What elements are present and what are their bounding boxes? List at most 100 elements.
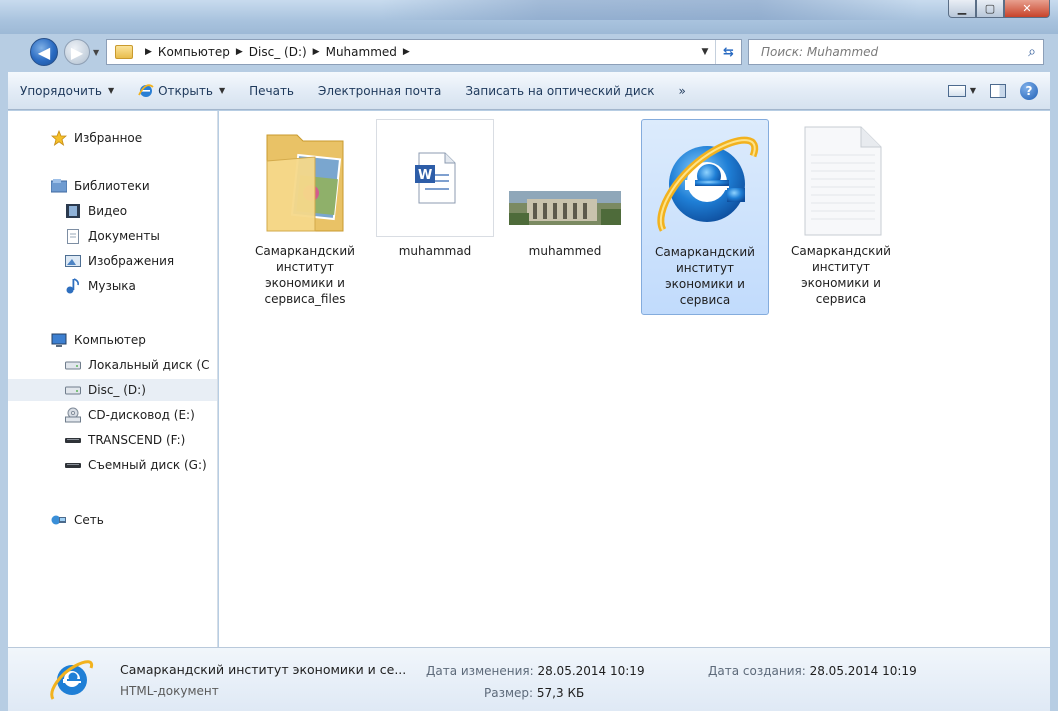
chevron-down-icon: ▼ (107, 86, 115, 95)
minimize-button[interactable]: ▁ (948, 0, 976, 18)
file-tile[interactable]: Самаркандский институт экономики и серви… (241, 119, 369, 315)
open-menu[interactable]: Открыть ▼ (126, 77, 237, 105)
nav-transcend-f[interactable]: TRANSCEND (F:) (8, 429, 217, 451)
internet-explorer-icon (50, 660, 94, 700)
nav-video[interactable]: Видео (8, 200, 217, 222)
file-name: Самаркандский институт экономики и серви… (791, 244, 891, 306)
nav-computer[interactable]: Компьютер (8, 329, 217, 351)
details-size-value: 57,3 КБ (536, 686, 585, 700)
breadcrumb-chevron-icon[interactable]: ▶ (313, 47, 320, 57)
breadcrumb-computer[interactable]: Компьютер (158, 45, 230, 59)
file-tile[interactable]: W muhammad (371, 119, 499, 315)
details-size: Размер: 57,3 КБ (484, 686, 584, 700)
address-row: ◀ ▶ ▼ ▶ Компьютер ▶ Disc_ (D:) ▶ Muhamme… (0, 34, 1058, 70)
nav-libraries[interactable]: Библиотеки (8, 175, 217, 197)
details-pane: Самаркандский институт экономики и се...… (8, 647, 1050, 711)
nav-removable-g[interactable]: Съемный диск (G:) (8, 454, 217, 476)
explorer-window: ▁ ▢ ✕ ◀ ▶ ▼ ▶ Компьютер ▶ Disc_ (D:) ▶ M… (0, 0, 1058, 711)
refresh-button[interactable]: ⇆ (715, 40, 741, 64)
cd-drive-icon (64, 407, 82, 423)
change-view-icon[interactable] (947, 84, 966, 97)
nav-cd-drive-e[interactable]: CD-дисковод (E:) (8, 404, 217, 426)
recent-pages-dropdown[interactable]: ▼ (93, 48, 99, 57)
file-name: muhammad (398, 244, 472, 258)
chevron-down-icon[interactable]: ▼ (970, 86, 976, 95)
command-bar: Упорядочить ▼ Открыть ▼ Печать Электронн… (8, 72, 1050, 110)
folder-icon (115, 45, 133, 59)
nav-label: Сеть (74, 513, 104, 527)
nav-label: Документы (88, 229, 160, 243)
file-name: muhammed (528, 244, 602, 258)
breadcrumb-muhammed[interactable]: Muhammed (326, 45, 397, 59)
nav-label: Съемный диск (G:) (88, 458, 207, 472)
search-input[interactable] (749, 41, 1021, 63)
folder-with-photos-icon (266, 134, 344, 232)
back-button[interactable]: ◀ (30, 38, 58, 66)
preview-pane-icon[interactable] (990, 83, 1006, 98)
svg-text:W: W (418, 168, 432, 183)
nav-label: Локальный диск (C (88, 358, 210, 372)
nav-favorites[interactable]: Избранное (8, 127, 217, 149)
usb-drive-icon (64, 432, 82, 448)
internet-explorer-icon (657, 136, 759, 232)
nav-music[interactable]: Музыка (8, 275, 217, 297)
documents-icon (64, 228, 82, 244)
address-history-dropdown[interactable]: ▼ (695, 47, 715, 57)
word-document-icon: W (415, 152, 456, 204)
details-modified-value: 28.05.2014 10:19 (537, 664, 645, 678)
nav-network[interactable]: Сеть (8, 509, 217, 531)
nav-local-disk-c[interactable]: Локальный диск (C (8, 354, 217, 376)
file-tile[interactable]: Самаркандский институт экономики и серви… (777, 119, 905, 315)
nav-label: TRANSCEND (F:) (88, 433, 186, 447)
breadcrumb-disc-d[interactable]: Disc_ (D:) (249, 45, 307, 59)
breadcrumb-chevron-icon[interactable]: ▶ (236, 47, 243, 57)
file-tile[interactable]: muhammed (501, 119, 629, 315)
video-icon (64, 203, 82, 219)
help-icon[interactable]: ? (1020, 81, 1038, 100)
open-label: Открыть (158, 83, 213, 98)
nav-label: Компьютер (74, 333, 146, 347)
nav-label: Избранное (74, 131, 143, 145)
file-list: Самаркандский институт экономики и серви… (219, 111, 1050, 647)
breadcrumb-chevron-icon[interactable]: ▶ (145, 47, 152, 57)
search-box[interactable]: ⌕ (748, 39, 1044, 65)
window-controls: ▁ ▢ ✕ (948, 0, 1050, 18)
file-name: Самаркандский институт экономики и серви… (655, 245, 755, 307)
details-modified-label: Дата изменения: (426, 664, 534, 678)
usb-drive-icon (64, 457, 82, 473)
nav-label: Видео (88, 204, 128, 218)
hard-drive-icon (64, 382, 82, 398)
title-bar[interactable]: ▁ ▢ ✕ (0, 0, 1058, 34)
nav-documents[interactable]: Документы (8, 225, 217, 247)
maximize-button[interactable]: ▢ (976, 0, 1004, 18)
details-file-type: HTML-документ (120, 684, 219, 698)
more-commands-button[interactable]: » (667, 77, 698, 105)
search-icon[interactable]: ⌕ (1021, 44, 1043, 60)
forward-button[interactable]: ▶ (64, 39, 90, 65)
star-icon (50, 130, 68, 146)
breadcrumb-chevron-icon[interactable]: ▶ (403, 47, 410, 57)
details-created: Дата создания: 28.05.2014 10:19 (708, 664, 917, 678)
hard-drive-icon (64, 357, 82, 373)
organize-menu[interactable]: Упорядочить ▼ (8, 77, 126, 105)
details-size-label: Размер: (484, 686, 534, 700)
details-modified: Дата изменения: 28.05.2014 10:19 (426, 664, 645, 678)
email-button[interactable]: Электронная почта (306, 77, 453, 105)
nav-label: Библиотеки (74, 179, 150, 193)
close-button[interactable]: ✕ (1004, 0, 1050, 18)
network-icon (50, 512, 68, 528)
burn-button[interactable]: Записать на оптический диск (453, 77, 666, 105)
nav-label: Музыка (88, 279, 136, 293)
nav-images[interactable]: Изображения (8, 250, 217, 272)
nav-disc-d[interactable]: Disc_ (D:) (8, 379, 217, 401)
music-icon (64, 278, 82, 294)
nav-label: Изображения (88, 254, 175, 268)
print-button[interactable]: Печать (237, 77, 306, 105)
blank-document-icon (804, 126, 882, 236)
refresh-icon: ⇆ (723, 44, 734, 60)
file-tile-selected[interactable]: Самаркандский институт экономики и серви… (641, 119, 769, 315)
details-file-name: Самаркандский институт экономики и се... (120, 662, 407, 677)
file-name: Самаркандский институт экономики и серви… (255, 244, 355, 306)
address-bar[interactable]: ▶ Компьютер ▶ Disc_ (D:) ▶ Muhammed ▶ ▼ … (106, 39, 742, 65)
back-arrow-icon: ◀ (37, 42, 51, 62)
